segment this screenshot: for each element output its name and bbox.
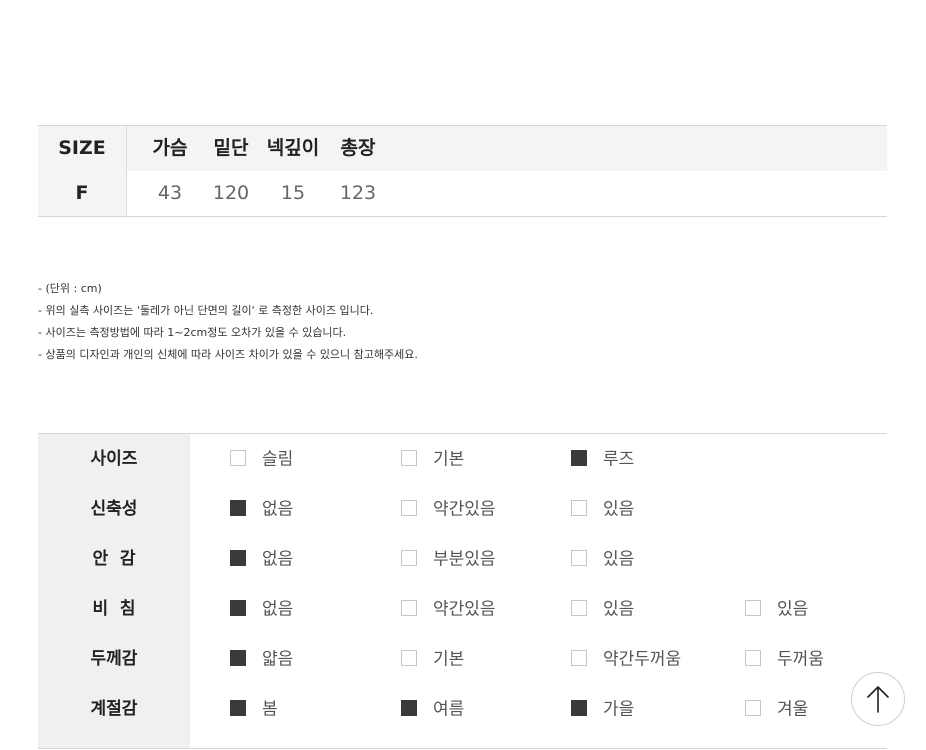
unchecked-checkbox-icon	[571, 649, 587, 666]
checked-checkbox-icon	[230, 599, 246, 616]
unchecked-checkbox-icon	[401, 599, 417, 616]
attribute-option-label: 부분있음	[433, 549, 496, 570]
attribute-option-label: 약간있음	[433, 499, 496, 520]
size-table: SIZE 가슴 밑단 넥깊이 총장 F 43 120 15 123	[38, 125, 887, 217]
unchecked-checkbox-icon	[401, 499, 417, 516]
attribute-label: 사이즈	[90, 449, 138, 469]
attribute-option-label: 봄	[262, 699, 278, 720]
unchecked-checkbox-icon	[401, 549, 417, 566]
unchecked-checkbox-icon	[571, 499, 587, 516]
attribute-option-label: 기본	[433, 449, 465, 470]
checked-checkbox-icon	[401, 699, 417, 716]
attribute-option: 여름	[401, 684, 464, 734]
checked-checkbox-icon	[230, 549, 246, 566]
attribute-row: 비 침 없음 약간있음 있음 있음	[38, 584, 887, 634]
attribute-option-label: 두꺼움	[777, 649, 824, 670]
attribute-option: 있음	[571, 534, 634, 584]
attribute-option-label: 없음	[262, 499, 294, 520]
attribute-option: 있음	[571, 484, 634, 534]
unchecked-checkbox-icon	[745, 649, 761, 666]
divider	[38, 748, 887, 749]
attribute-option: 없음	[230, 484, 293, 534]
attribute-label: 두께감	[90, 649, 138, 669]
unchecked-checkbox-icon	[745, 699, 761, 716]
unchecked-checkbox-icon	[571, 599, 587, 616]
size-value: 43	[157, 182, 183, 204]
attribute-option: 있음	[571, 584, 634, 634]
attribute-option: 기본	[401, 434, 464, 484]
attribute-option-label: 없음	[262, 599, 294, 620]
checked-checkbox-icon	[230, 699, 246, 716]
attribute-option-label: 여름	[433, 699, 465, 720]
attribute-option: 슬림	[230, 434, 293, 484]
attribute-option: 부분있음	[401, 534, 496, 584]
checked-checkbox-icon	[230, 499, 246, 516]
unchecked-checkbox-icon	[401, 649, 417, 666]
attribute-option: 겨울	[745, 684, 808, 734]
attribute-option: 없음	[230, 534, 293, 584]
attribute-option-label: 없음	[262, 549, 294, 570]
checked-checkbox-icon	[571, 699, 587, 716]
note-line: - 사이즈는 측정방법에 따라 1~2cm정도 오차가 있을 수 있습니다.	[38, 326, 347, 339]
size-value: 120	[212, 182, 250, 204]
attribute-option: 두꺼움	[745, 634, 824, 684]
attribute-row: 사이즈 슬림 기본 루즈	[38, 434, 887, 484]
attribute-label: 비 침	[92, 599, 136, 619]
attribute-label: 신축성	[90, 499, 138, 519]
size-column-header: 밑단	[213, 137, 249, 159]
attribute-option-label: 있음	[777, 599, 809, 620]
size-row-label: F	[38, 171, 127, 216]
checked-checkbox-icon	[230, 649, 246, 666]
attribute-option: 없음	[230, 584, 293, 634]
attribute-option: 루즈	[571, 434, 634, 484]
attribute-option: 봄	[230, 684, 278, 734]
size-column-header: 가슴	[152, 137, 188, 159]
attribute-option-label: 있음	[603, 599, 635, 620]
attribute-option: 가을	[571, 684, 634, 734]
note-line: - 상품의 디자인과 개인의 신체에 따라 사이즈 차이가 있을 수 있으니 참…	[38, 348, 418, 361]
attribute-option: 약간있음	[401, 584, 496, 634]
checked-checkbox-icon	[571, 449, 587, 466]
unchecked-checkbox-icon	[401, 449, 417, 466]
attribute-option-label: 약간두꺼움	[603, 649, 682, 670]
size-table-header-row: SIZE 가슴 밑단 넥깊이 총장	[38, 126, 887, 172]
attribute-row: 신축성 없음 약간있음 있음	[38, 484, 887, 534]
size-header-label: SIZE	[38, 126, 127, 171]
attribute-option: 얇음	[230, 634, 293, 684]
unchecked-checkbox-icon	[230, 449, 246, 466]
size-value: 123	[339, 182, 377, 204]
attribute-row: 계절감 봄 여름 가을 겨울	[38, 684, 887, 734]
attribute-option-label: 가을	[603, 699, 635, 720]
size-value: 15	[280, 182, 306, 204]
attribute-option-label: 겨울	[777, 699, 809, 720]
product-attribute-table: 사이즈 슬림 기본 루즈 신축성 없음 약간있음 있음 안 감 없음 부분있음 있음 비 침 없음 약간있음…	[38, 433, 887, 750]
attribute-option: 있음	[745, 584, 808, 634]
size-table-row: F 43 120 15 123	[38, 171, 887, 216]
attribute-label: 안 감	[92, 549, 136, 569]
size-notes: - (단위 : cm) - 위의 실측 사이즈는 '둘레가 아닌 단면의 길이'…	[38, 278, 418, 366]
note-line: - 위의 실측 사이즈는 '둘레가 아닌 단면의 길이' 로 측정한 사이즈 입…	[38, 304, 374, 317]
size-column-header: 넥깊이	[266, 137, 320, 159]
unchecked-checkbox-icon	[745, 599, 761, 616]
attribute-option-label: 얇음	[262, 649, 294, 670]
unchecked-checkbox-icon	[571, 549, 587, 566]
arrow-up-icon	[867, 686, 889, 713]
attribute-option-label: 루즈	[603, 449, 635, 470]
note-line: - (단위 : cm)	[38, 282, 102, 295]
attribute-label: 계절감	[90, 699, 138, 719]
attribute-option-label: 기본	[433, 649, 465, 670]
attribute-option-label: 약간있음	[433, 599, 496, 620]
attribute-option: 약간있음	[401, 484, 496, 534]
attribute-row: 안 감 없음 부분있음 있음	[38, 534, 887, 584]
attribute-row: 두께감 얇음 기본 약간두꺼움 두꺼움	[38, 634, 887, 684]
attribute-option-label: 있음	[603, 549, 635, 570]
attribute-option-label: 있음	[603, 499, 635, 520]
attribute-option: 기본	[401, 634, 464, 684]
attribute-option-label: 슬림	[262, 449, 294, 470]
scroll-to-top-button[interactable]	[851, 672, 905, 726]
size-column-header: 총장	[340, 137, 376, 159]
attribute-option: 약간두꺼움	[571, 634, 681, 684]
